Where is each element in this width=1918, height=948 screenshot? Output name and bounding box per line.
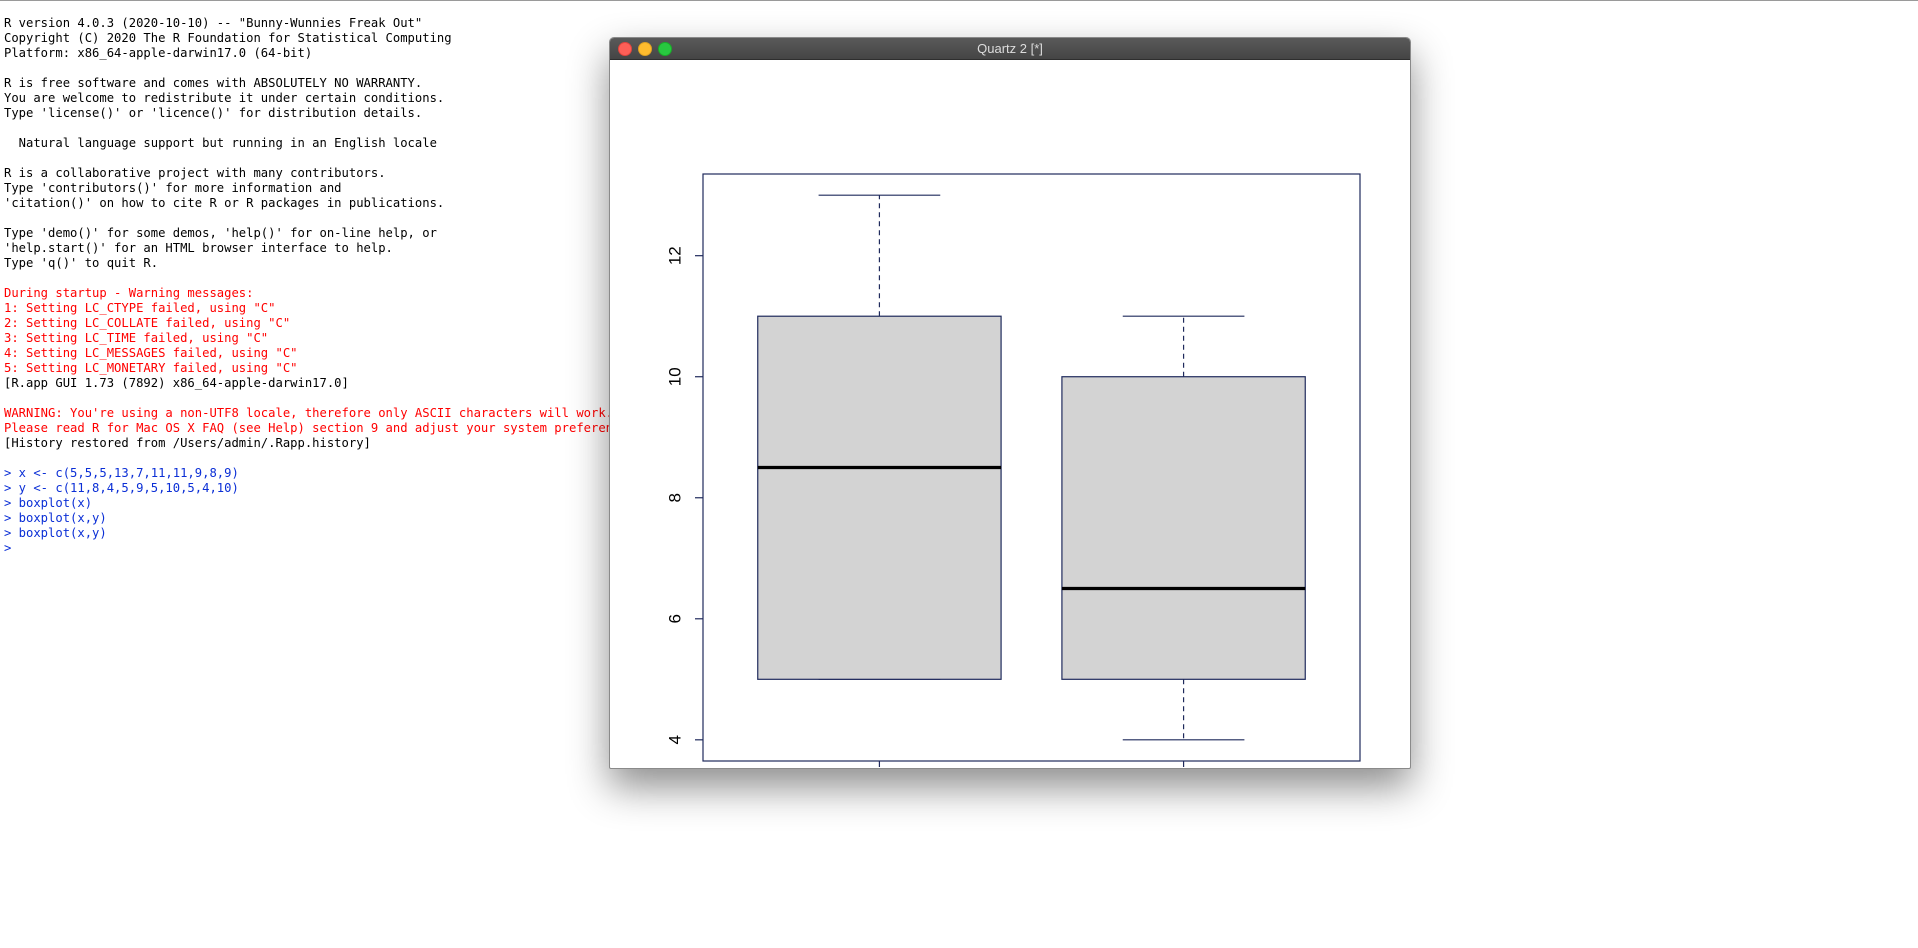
console-line: Type 'contributors()' for more informati… — [4, 181, 342, 195]
console-line: 1: Setting LC_CTYPE failed, using "C" — [4, 301, 276, 315]
console-line: > y <- c(11,8,4,5,9,5,10,5,4,10) — [4, 481, 239, 495]
window-titlebar[interactable]: Quartz 2 [*] — [610, 38, 1410, 60]
console-line: During startup - Warning messages: — [4, 286, 254, 300]
console-line: 'help.start()' for an HTML browser inter… — [4, 241, 393, 255]
console-line: > x <- c(5,5,5,13,7,11,11,9,8,9) — [4, 466, 239, 480]
console-line: [R.app GUI 1.73 (7892) x86_64-apple-darw… — [4, 376, 349, 390]
console-line: R is a collaborative project with many c… — [4, 166, 386, 180]
console-line: You are welcome to redistribute it under… — [4, 91, 445, 105]
console-line: Type 'q()' to quit R. — [4, 256, 159, 270]
box-iqr — [1061, 376, 1306, 680]
console-line: 2: Setting LC_COLLATE failed, using "C" — [4, 316, 291, 330]
console-line: > boxplot(x,y) — [4, 526, 107, 540]
y-tick-label: 8 — [666, 493, 685, 502]
console-line: > — [4, 541, 19, 555]
console-line: Platform: x86_64-apple-darwin17.0 (64-bi… — [4, 46, 313, 60]
plot-device-area: 4 6 8 10 12 — [610, 60, 1410, 767]
console-line: Type 'demo()' for some demos, 'help()' f… — [4, 226, 437, 240]
console-line: > boxplot(x,y) — [4, 511, 107, 525]
console-line: 'citation()' on how to cite R or R packa… — [4, 196, 445, 210]
console-line: > boxplot(x) — [4, 496, 93, 510]
console-line: Copyright (C) 2020 The R Foundation for … — [4, 31, 452, 45]
console-line: 4: Setting LC_MESSAGES failed, using "C" — [4, 346, 298, 360]
console-line: Type 'license()' or 'licence()' for dist… — [4, 106, 423, 120]
window-title: Quartz 2 [*] — [977, 41, 1043, 56]
quartz-plot-window[interactable]: Quartz 2 [*] 4 6 8 10 12 — [609, 37, 1411, 769]
boxplot-chart: 4 6 8 10 12 — [666, 173, 1361, 767]
screen-top-border — [0, 0, 1918, 1]
console-line: R version 4.0.3 (2020-10-10) -- "Bunny-W… — [4, 16, 423, 30]
console-line: [History restored from /Users/admin/.Rap… — [4, 436, 371, 450]
y-tick-label: 6 — [666, 614, 685, 623]
console-line: R is free software and comes with ABSOLU… — [4, 76, 423, 90]
console-line: 3: Setting LC_TIME failed, using "C" — [4, 331, 269, 345]
y-tick-label: 12 — [666, 246, 685, 265]
r-console[interactable]: R version 4.0.3 (2020-10-10) -- "Bunny-W… — [4, 16, 644, 616]
box-iqr — [757, 315, 1002, 680]
console-line: Please read R for Mac OS X FAQ (see Help… — [4, 421, 644, 435]
y-tick-label: 4 — [666, 735, 685, 744]
console-line: 5: Setting LC_MONETARY failed, using "C" — [4, 361, 298, 375]
console-line: WARNING: You're using a non-UTF8 locale,… — [4, 406, 614, 420]
console-line: Natural language support but running in … — [4, 136, 437, 150]
y-tick-label: 10 — [666, 367, 685, 386]
